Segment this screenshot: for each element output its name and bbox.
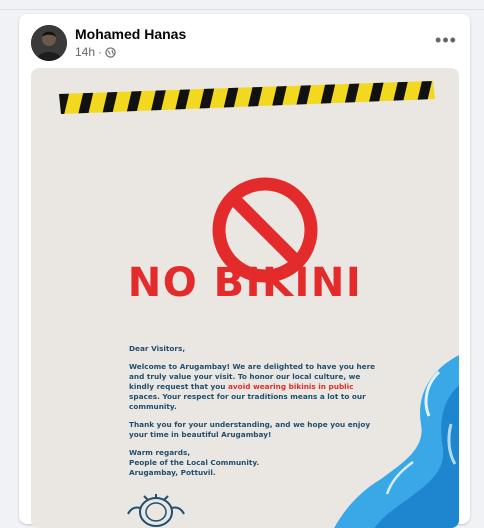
author-name[interactable]: Mohamed Hanas (75, 26, 186, 42)
letter-closing: Warm regards, People of the Local Commun… (129, 448, 381, 478)
top-divider (0, 9, 484, 10)
author-avatar[interactable] (31, 25, 67, 61)
post-meta: 14h · (75, 45, 116, 59)
letter-greeting: Dear Visitors, (129, 344, 186, 353)
closing-line-3: Arugambay, Pottuvil. (129, 468, 216, 477)
post-image[interactable]: NO BIKINI Dear Visitors, Welcome to Arug… (31, 68, 459, 528)
notice-headline: NO BIKINI (127, 260, 363, 306)
turtle-logo (127, 494, 185, 527)
post-time[interactable]: 14h (75, 45, 95, 59)
avatar-photo (31, 25, 67, 61)
more-horizontal-icon: ••• (435, 29, 457, 50)
highlighted-request: avoid wearing bikinis in public (228, 382, 354, 391)
notice-letter: Dear Visitors, Welcome to Arugambay! We … (129, 344, 381, 486)
post-card: Mohamed Hanas 14h · ••• NO BIKINI Dear V… (19, 14, 470, 528)
letter-paragraph-2: Thank you for your understanding, and we… (129, 420, 371, 439)
paragraph-1-text-end: spaces. Your respect for our traditions … (129, 392, 366, 411)
closing-line-2: People of the Local Community. (129, 458, 260, 467)
meta-separator: · (98, 45, 103, 59)
more-options-button[interactable]: ••• (434, 28, 458, 52)
letter-paragraph-1: Welcome to Arugambay! We are delighted t… (129, 362, 381, 412)
caution-tape (59, 81, 435, 114)
closing-line-1: Warm regards, (129, 448, 191, 457)
globe-icon (105, 46, 116, 58)
